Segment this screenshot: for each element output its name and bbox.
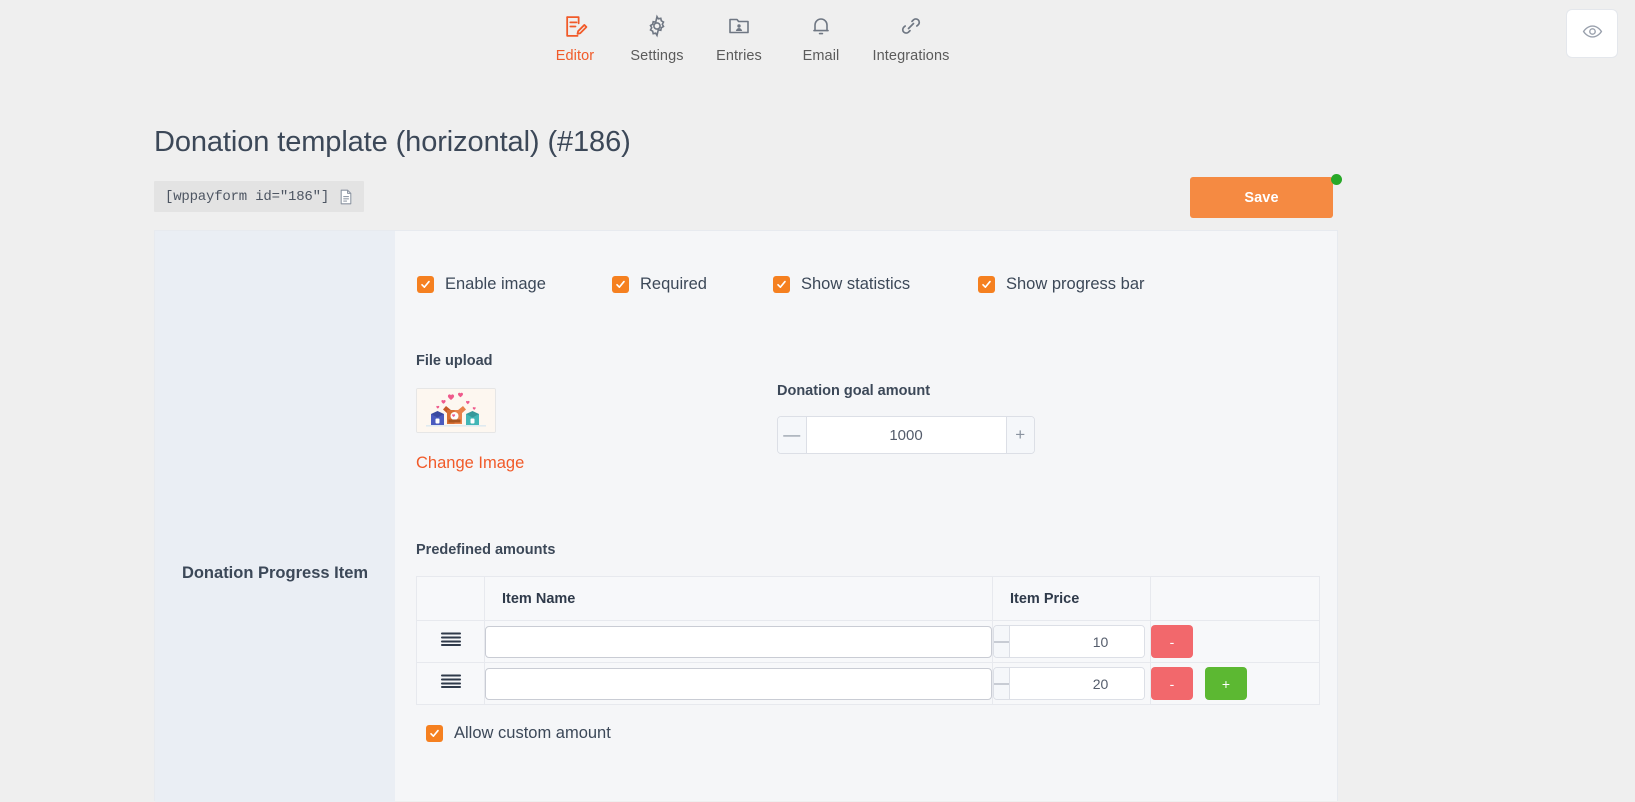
check-icon: [612, 276, 629, 293]
check-icon: [426, 725, 443, 742]
checkbox-show-statistics[interactable]: Show statistics: [773, 275, 978, 294]
nav-item-settings[interactable]: Settings: [616, 11, 698, 64]
item-price-stepper: — +: [993, 625, 1145, 658]
drag-handle-icon: [440, 632, 462, 651]
item-price-input[interactable]: [1010, 626, 1144, 657]
checkbox-enable-image[interactable]: Enable image: [417, 275, 612, 294]
nav-label-editor: Editor: [555, 48, 595, 64]
table-row: — + -: [416, 620, 1320, 663]
save-button[interactable]: Save: [1190, 177, 1333, 218]
check-icon: [417, 276, 434, 293]
editor-icon: [563, 11, 588, 41]
table-header-row: Item Name Item Price: [416, 576, 1320, 621]
row-actions-cell: -: [1150, 620, 1320, 663]
drag-handle-icon: [440, 674, 462, 693]
file-upload-block: File upload Change Image: [416, 353, 524, 473]
checkbox-label-show-progress-bar: Show progress bar: [1006, 275, 1145, 293]
price-decrement-button[interactable]: —: [994, 668, 1010, 699]
predefined-amounts-table: Item Name Item Price — 10 - — 20 - +: [416, 576, 1320, 705]
table-row: — + - +: [416, 662, 1320, 705]
checkbox-label-enable-image: Enable image: [445, 275, 546, 293]
save-button-wrapper: Save: [1190, 174, 1342, 218]
unsaved-changes-dot: [1331, 174, 1342, 185]
remove-row-button[interactable]: -: [1151, 667, 1193, 700]
check-icon: [773, 276, 790, 293]
goal-increment-button[interactable]: +: [1005, 417, 1034, 453]
column-header-item-name: Item Name: [484, 576, 993, 621]
donation-goal-label: Donation goal amount: [777, 383, 931, 399]
item-name-cell: [484, 662, 993, 705]
column-header-actions: [1150, 576, 1320, 621]
nav-label-entries: Entries: [716, 48, 762, 64]
file-upload-label: File upload: [416, 353, 493, 369]
eye-icon: [1582, 21, 1603, 47]
checkbox-label-show-statistics: Show statistics: [801, 275, 911, 293]
column-header-item-price: Item Price: [992, 576, 1151, 621]
nav-item-entries[interactable]: Entries: [698, 11, 780, 64]
drag-handle-cell[interactable]: [416, 662, 485, 705]
editor-panel: Donation Progress Item Enable image Requ…: [154, 230, 1339, 802]
copy-document-icon[interactable]: [338, 188, 354, 206]
item-price-cell: — +: [992, 662, 1151, 705]
nav-item-integrations[interactable]: Integrations: [862, 11, 960, 64]
nav-label-email: Email: [802, 48, 840, 64]
checkbox-label-allow-custom-amount: Allow custom amount: [454, 724, 611, 742]
drag-handle-cell[interactable]: [416, 620, 485, 663]
bell-icon: [809, 11, 833, 41]
options-checkbox-row: Enable image Required Show statistics Sh…: [417, 275, 1339, 294]
nav-label-integrations: Integrations: [872, 48, 950, 64]
field-settings-content: Enable image Required Show statistics Sh…: [396, 231, 1339, 802]
preview-button[interactable]: [1566, 9, 1618, 58]
gear-icon: [645, 11, 669, 41]
nav-label-settings: Settings: [630, 48, 684, 64]
item-price-cell: — +: [992, 620, 1151, 663]
predefined-amounts-block: Predefined amounts Item Name Item Price: [416, 542, 1321, 705]
sidebar-item-label: Donation Progress Item: [181, 564, 369, 582]
checkbox-label-required: Required: [640, 275, 707, 293]
predefined-amounts-label: Predefined amounts: [416, 542, 556, 558]
change-image-link[interactable]: Change Image: [416, 454, 524, 473]
add-row-button[interactable]: +: [1205, 667, 1247, 700]
item-price-input[interactable]: [1010, 668, 1144, 699]
item-name-input[interactable]: [485, 625, 992, 658]
field-sidebar: Donation Progress Item: [155, 231, 395, 802]
item-price-stepper: — +: [993, 667, 1145, 700]
page-title: Donation template (horizontal) (#186): [154, 126, 631, 158]
remove-row-button[interactable]: -: [1151, 625, 1193, 658]
link-icon: [899, 11, 923, 41]
top-navigation-bar: Editor Settings Entries Email Integratio…: [0, 0, 1635, 78]
nav-item-email[interactable]: Email: [780, 11, 862, 64]
checkbox-allow-custom-amount[interactable]: Allow custom amount: [426, 724, 611, 743]
nav-items: Editor Settings Entries Email Integratio…: [534, 11, 960, 64]
item-name-cell: [484, 620, 993, 663]
row-actions-cell: - +: [1150, 662, 1320, 705]
entries-icon: [727, 11, 751, 41]
checkbox-required[interactable]: Required: [612, 275, 773, 294]
shortcode-box: [wppayform id="186"]: [154, 181, 365, 212]
item-name-input[interactable]: [485, 667, 992, 700]
donation-goal-block: Donation goal amount — +: [777, 383, 1035, 454]
column-header-handle: [416, 576, 485, 621]
nav-item-editor[interactable]: Editor: [534, 11, 616, 64]
goal-decrement-button[interactable]: —: [778, 417, 807, 453]
checkbox-show-progress-bar[interactable]: Show progress bar: [978, 275, 1145, 294]
donation-goal-stepper: — +: [777, 416, 1035, 454]
goal-amount-input[interactable]: [806, 417, 1006, 453]
uploaded-image-thumbnail[interactable]: [416, 388, 496, 433]
shortcode-text: [wppayform id="186"]: [165, 188, 330, 205]
check-icon: [978, 276, 995, 293]
price-decrement-button[interactable]: —: [994, 626, 1010, 657]
